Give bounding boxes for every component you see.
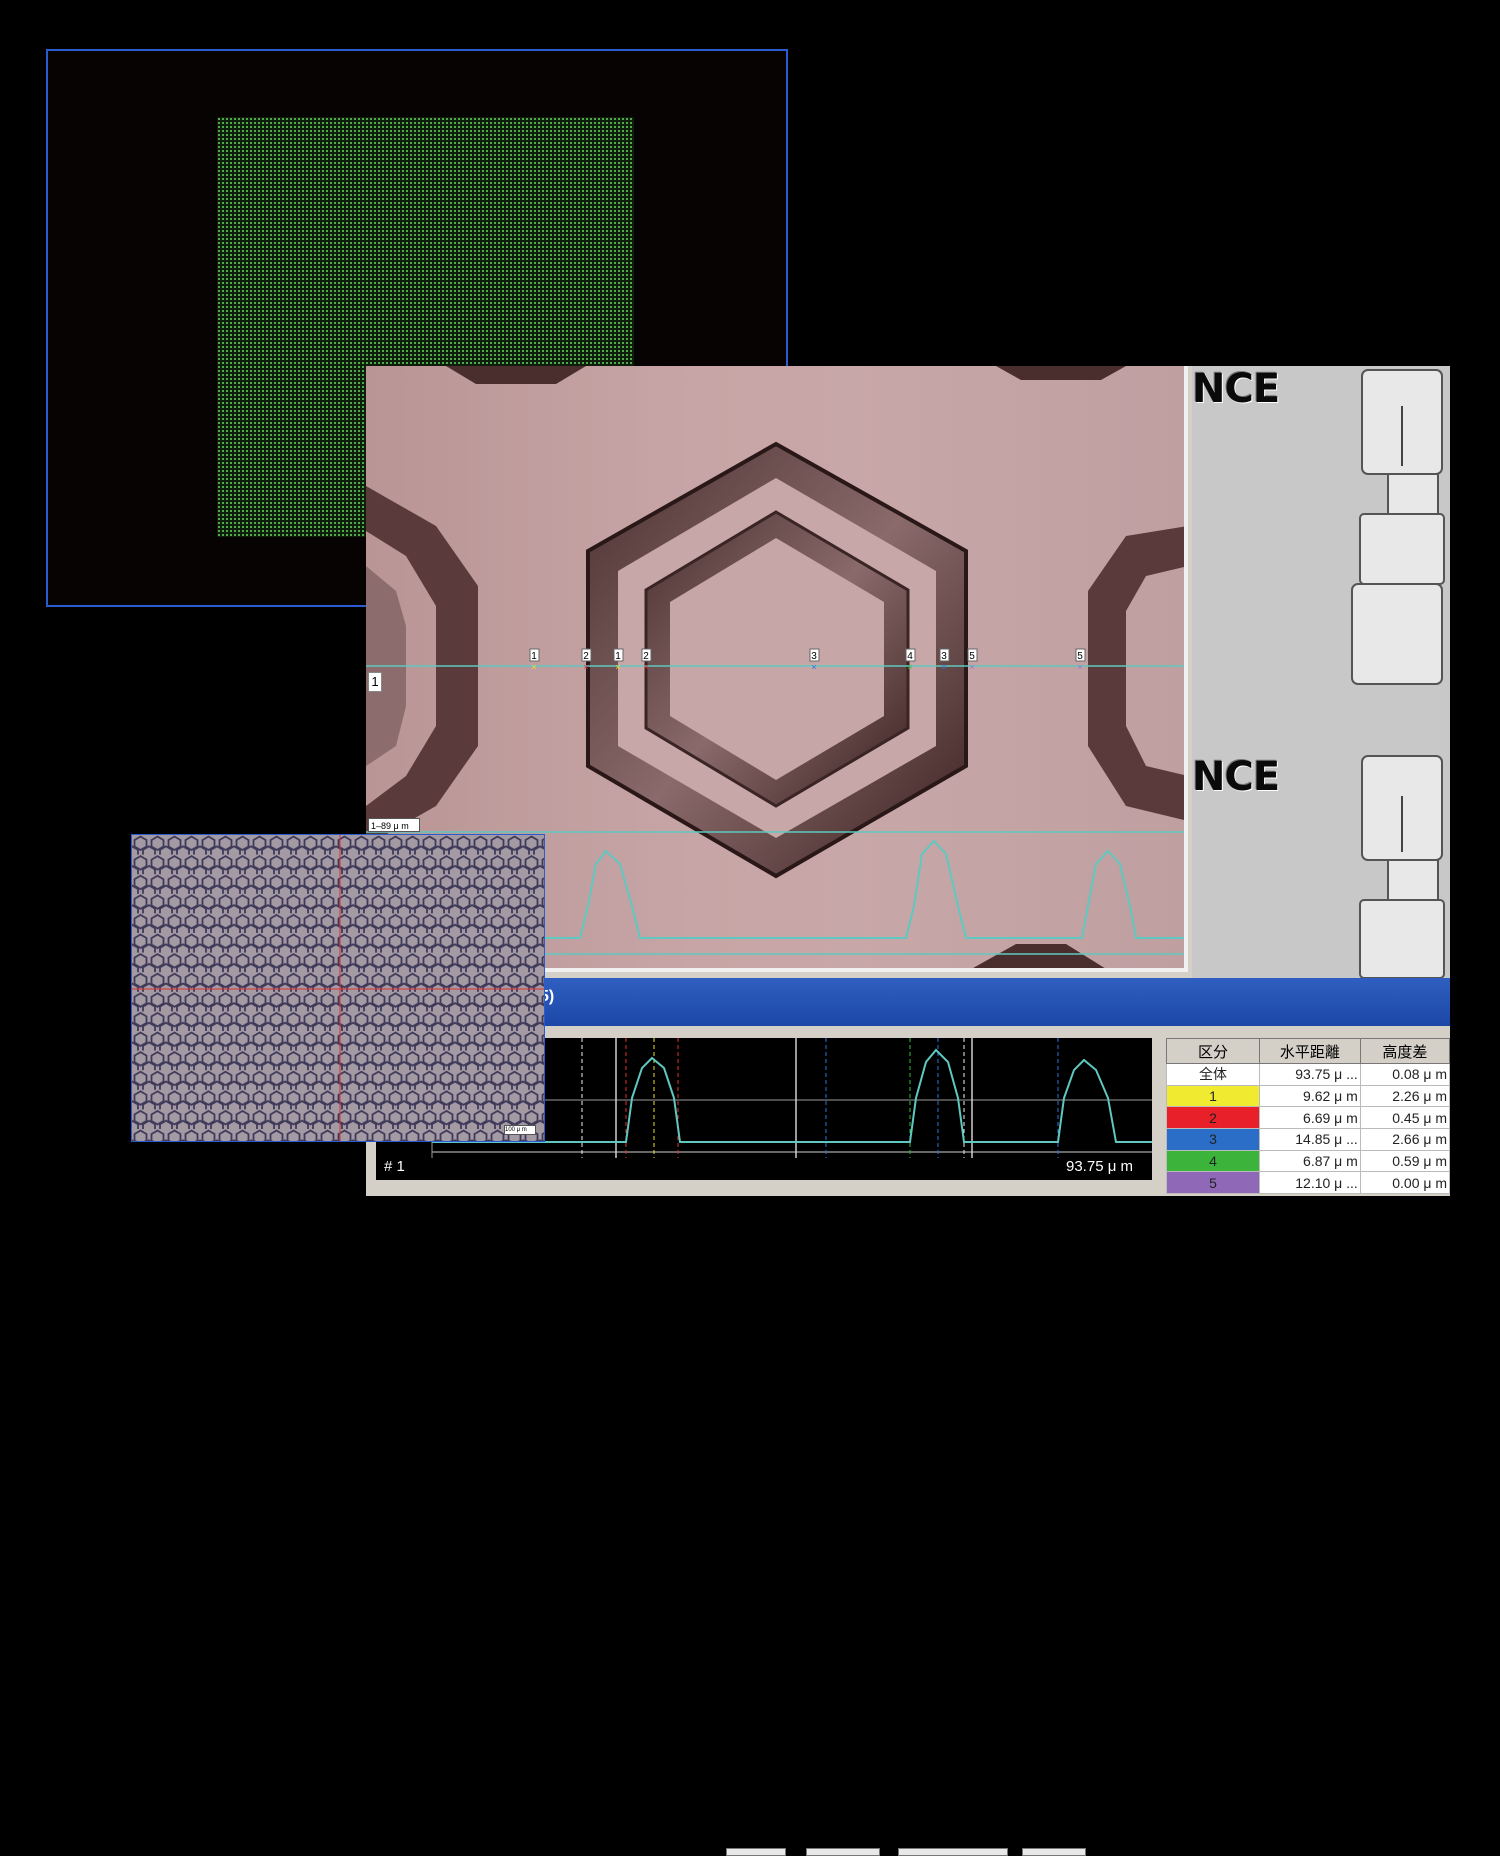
partial-hexagon-bottom: [973, 944, 1105, 968]
toolbar-button-1[interactable]: [726, 1848, 786, 1856]
results-category-cell: 1: [1166, 1084, 1260, 1108]
results-table: 区分 水平距離 高度差 全体 93.75 μ ... 0.08 μ m 1 9.62 μ…: [1166, 1038, 1451, 1194]
results-category-cell: 2: [1166, 1106, 1260, 1129]
results-height-cell: 0.00 μ m: [1359, 1171, 1451, 1194]
measurement-marker-label: 3: [941, 651, 947, 662]
results-category-cell: 4: [1166, 1149, 1260, 1173]
results-header-row: 区分 水平距離 高度差: [1166, 1038, 1451, 1064]
measurement-marker[interactable]: 5×: [967, 648, 978, 672]
toolbar-button-4[interactable]: [1022, 1848, 1086, 1856]
measurement-marker-cross: ×: [615, 662, 620, 672]
results-row[interactable]: 1 9.62 μ m 2.26 μ m: [1166, 1084, 1451, 1108]
results-row[interactable]: 4 6.87 μ m 0.59 μ m: [1166, 1149, 1451, 1173]
measurement-marker-cross: ×: [941, 662, 946, 672]
hexagon-mosaic: [132, 835, 544, 1141]
results-row[interactable]: 5 12.10 μ ... 0.00 μ m: [1166, 1171, 1451, 1194]
results-height-cell: 0.45 μ m: [1359, 1106, 1451, 1129]
measurement-marker-cross: ×: [1077, 662, 1082, 672]
results-height-cell: 0.59 μ m: [1359, 1149, 1451, 1173]
measurement-marker-label: 1: [615, 651, 621, 662]
measurement-marker-label: 5: [969, 651, 975, 662]
camera-side-panel: NCE NCE: [1192, 366, 1450, 978]
measurement-marker-label: 4: [907, 651, 913, 662]
column-header-horizontal-distance[interactable]: 水平距離: [1259, 1038, 1361, 1064]
results-category-cell: 5: [1166, 1171, 1260, 1194]
measurement-marker-cross: ×: [583, 662, 588, 672]
results-row[interactable]: 3 14.85 μ ... 2.66 μ m: [1166, 1127, 1451, 1151]
measurement-marker-cross: ×: [643, 662, 648, 672]
measurement-marker[interactable]: 1×: [529, 648, 540, 672]
results-horizontal-cell: 6.69 μ m: [1259, 1106, 1361, 1129]
button-row: [726, 1848, 1126, 1856]
results-category-cell: 全体: [1166, 1063, 1260, 1086]
measurement-marker-label: 1: [531, 651, 537, 662]
overview-scale-bar: 100 μ m: [504, 1125, 536, 1135]
partial-hexagon-top-left: [446, 366, 586, 384]
microscope-illustration-icon: [1351, 369, 1445, 978]
results-horizontal-cell: 12.10 μ ...: [1259, 1171, 1361, 1194]
measurement-marker-cross: ×: [811, 662, 816, 672]
toolbar-button-3[interactable]: [898, 1848, 1008, 1856]
results-horizontal-cell: 14.85 μ ...: [1259, 1127, 1361, 1151]
results-horizontal-cell: 93.75 μ ...: [1259, 1063, 1361, 1086]
overview-window[interactable]: 100 μ m: [131, 834, 545, 1142]
results-height-cell: 2.66 μ m: [1359, 1127, 1451, 1151]
measurement-marker-cross: ×: [531, 662, 536, 672]
scale-bar: 1–89 μ m: [368, 818, 420, 832]
measurement-marker-label: 5: [1077, 651, 1083, 662]
measurement-marker-label: 2: [583, 651, 589, 662]
results-horizontal-cell: 9.62 μ m: [1259, 1084, 1361, 1108]
results-row[interactable]: 2 6.69 μ m 0.45 μ m: [1166, 1106, 1451, 1129]
results-category-cell: 3: [1166, 1127, 1260, 1151]
measurement-marker[interactable]: 5×: [1075, 648, 1086, 672]
measurement-marker-cross: ×: [907, 662, 912, 672]
partial-hexagon-top-right: [996, 366, 1126, 380]
results-row[interactable]: 全体 93.75 μ ... 0.08 μ m: [1166, 1063, 1451, 1086]
toolbar-button-2[interactable]: [806, 1848, 880, 1856]
column-header-height-difference[interactable]: 高度差: [1359, 1038, 1451, 1064]
partial-hexagon-right: [1088, 526, 1184, 821]
column-header-category[interactable]: 区分: [1166, 1038, 1260, 1064]
measurement-marker-label: 3: [811, 651, 817, 662]
measurement-marker-cross: ×: [969, 662, 974, 672]
line-number-label: 1: [368, 672, 382, 692]
results-height-cell: 0.08 μ m: [1359, 1063, 1451, 1086]
results-height-cell: 2.26 μ m: [1359, 1084, 1451, 1108]
measurement-marker-label: 2: [643, 651, 649, 662]
results-horizontal-cell: 6.87 μ m: [1259, 1149, 1361, 1173]
profile-length-label: 93.75 μ m: [1066, 1158, 1134, 1175]
profile-id-label: # 1: [384, 1158, 405, 1175]
